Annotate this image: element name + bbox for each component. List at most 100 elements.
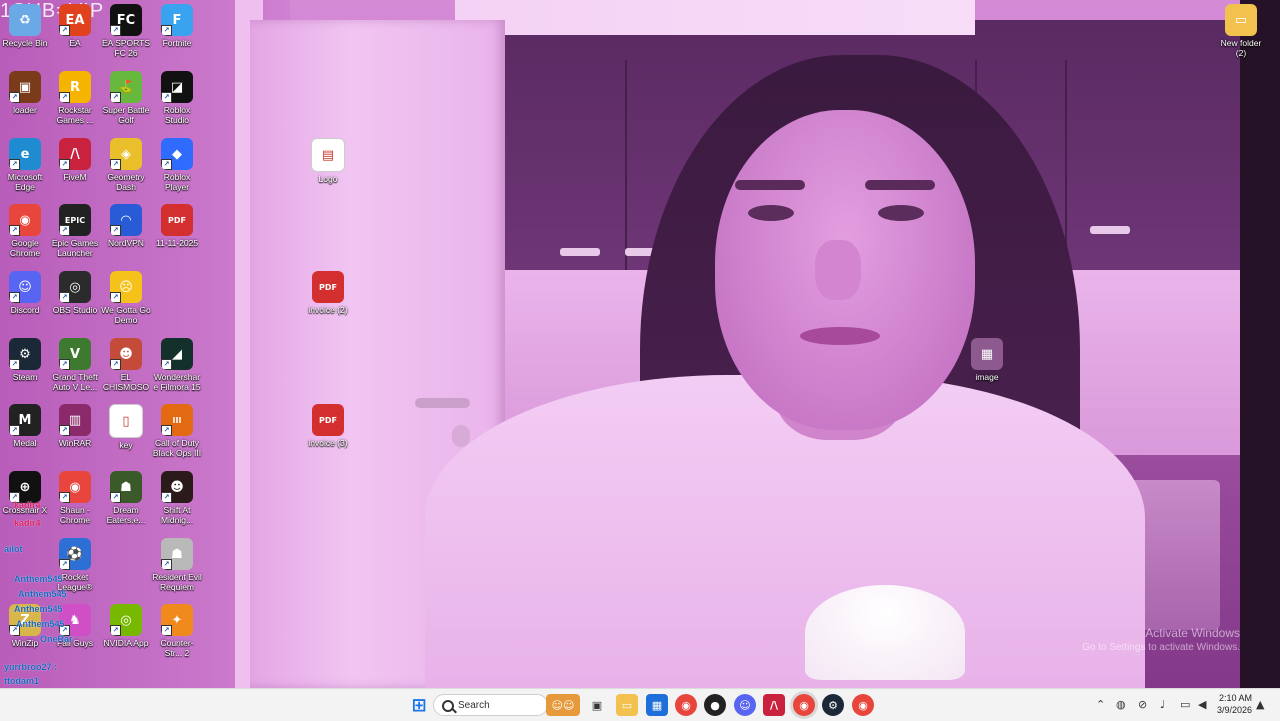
cabinet-handle — [1090, 226, 1130, 234]
shift-at-midnight-icon: ☻ ↗ — [161, 471, 193, 503]
task-view-icon[interactable]: ▣ — [586, 694, 608, 716]
desktop-icon-google-chrome[interactable]: ◉ ↗ Google Chrome — [0, 204, 50, 258]
shortcut-arrow-icon: ↗ — [59, 25, 70, 36]
desktop-icon-nordvpn[interactable]: ◠ ↗ NordVPN — [101, 204, 151, 248]
microsoft-store-icon[interactable]: ▦ — [646, 694, 668, 716]
chrome-active-icon[interactable]: ◉ — [793, 694, 815, 716]
desktop-icon-key[interactable]: ▯ key — [101, 404, 151, 450]
pdf-11-11-2025-icon: PDF — [161, 204, 193, 236]
crosshair-x-icon: ⊕ ↗ — [9, 471, 41, 503]
chat-line: Anthem545 — [16, 619, 65, 629]
clock-date: 3/9/2026 — [1216, 705, 1252, 715]
chat-line: yurrbroo27 : — [4, 662, 58, 672]
desktop-icon-new-folder-2[interactable]: ▭ New folder (2) — [1216, 4, 1266, 58]
app-icon[interactable]: ● — [704, 694, 726, 716]
obs-studio-icon: ◎ ↗ — [59, 271, 91, 303]
desktop-icon-steam[interactable]: ⚙ ↗ Steam — [0, 338, 50, 382]
desktop-icon-logo[interactable]: ▤ Logo — [303, 138, 353, 184]
key-icon: ▯ — [109, 404, 143, 438]
desktop-icon-label: New folder (2) — [1220, 38, 1262, 58]
desktop-icon-label: Grand Theft Auto V Le... — [52, 372, 98, 392]
desktop-icon-obs-studio[interactable]: ◎ ↗ OBS Studio — [50, 271, 100, 315]
desktop-icon-loader[interactable]: ▣ ↗ loader — [0, 71, 50, 115]
person-eye — [748, 205, 794, 221]
desktop-icon-epic-games-launcher[interactable]: EPIC ↗ Epic Games Launcher — [50, 204, 100, 258]
chrome-profile-icon[interactable]: ◉ — [852, 694, 874, 716]
desktop-icon-label: 11-11-2025 — [155, 238, 199, 248]
shortcut-arrow-icon: ↗ — [161, 559, 172, 570]
file-explorer-icon[interactable]: ▭ — [616, 694, 638, 716]
geometry-dash-icon: ◈ ↗ — [110, 138, 142, 170]
desktop-icon-ea[interactable]: EA ↗ EA — [50, 4, 100, 48]
network-icon[interactable]: ▭ — [1180, 698, 1190, 711]
desktop-icon-roblox-player[interactable]: ◆ ↗ Roblox Player — [152, 138, 202, 192]
notification-icon[interactable]: ▲ — [1256, 698, 1264, 711]
person-lips — [800, 327, 880, 345]
desktop-icon-recycle-bin[interactable]: ♻ Recycle Bin — [0, 4, 50, 48]
desktop-icon-geometry-dash[interactable]: ◈ ↗ Geometry Dash — [101, 138, 151, 192]
tray-app-icon[interactable]: ⊘ — [1138, 698, 1147, 711]
windows-start-icon[interactable]: ⊞ — [408, 694, 430, 716]
desktop-icon-image[interactable]: ▦ image — [962, 338, 1012, 382]
desktop-icon-label: key — [119, 440, 133, 450]
volume-icon[interactable]: ◀ — [1198, 698, 1206, 711]
epic-games-launcher-icon: EPIC ↗ — [59, 204, 91, 236]
desktop-icon-ea-sports-fc-26[interactable]: FC ↗ EA SPORTS FC 26 — [101, 4, 151, 58]
desktop-icon-shift-at-midnight[interactable]: ☻ ↗ Shift At Midnig... — [152, 471, 202, 525]
invoice-3-icon: PDF — [312, 404, 344, 436]
shaun-chrome-icon: ◉ ↗ — [59, 471, 91, 503]
desktop-icon-label: Microsoft Edge — [7, 172, 43, 192]
desktop-icon-invoice-3[interactable]: PDF invoice (3) — [303, 404, 353, 448]
shortcut-arrow-icon: ↗ — [161, 25, 172, 36]
desktop-icon-label: Epic Games Launcher — [51, 238, 99, 258]
desktop-icon-fivem[interactable]: /\ ↗ FiveM — [50, 138, 100, 182]
desktop-icon-medal[interactable]: M ↗ Medal — [0, 404, 50, 448]
desktop-icon-label: Recycle Bin — [2, 38, 48, 48]
steam-icon[interactable]: ⚙ — [822, 694, 844, 716]
fivem-icon: /\ ↗ — [59, 138, 91, 170]
desktop-icon-resident-evil-requiem[interactable]: ☗ ↗ Resident Evil Requiem — [152, 538, 202, 592]
door-handle — [415, 398, 470, 408]
desktop-icon-roblox-studio[interactable]: ◪ ↗ Roblox Studio — [152, 71, 202, 125]
desktop-icon-discord[interactable]: ☺ ↗ Discord — [0, 271, 50, 315]
widgets-icon[interactable]: ☺☺ — [546, 694, 580, 716]
system-clock[interactable]: 2:10 AM 3/9/2026 — [1212, 692, 1252, 716]
desktop-icon-super-battle-golf[interactable]: ⛳ ↗ Super Battle Golf — [101, 71, 151, 125]
desktop-icon-rockstar-games[interactable]: R ↗ Rockstar Games ... — [50, 71, 100, 125]
desktop-icon-microsoft-edge[interactable]: e ↗ Microsoft Edge — [0, 138, 50, 192]
desktop-icon-gta-v[interactable]: V ↗ Grand Theft Auto V Le... — [50, 338, 100, 392]
taskbar-search[interactable]: Search — [433, 694, 548, 716]
shortcut-arrow-icon: ↗ — [9, 225, 20, 236]
desktop-icon-winrar[interactable]: ▥ ↗ WinRAR — [50, 404, 100, 448]
desktop-icon-counter-strike-2[interactable]: ✦ ↗ Counter-Str... 2 — [152, 604, 202, 658]
shortcut-arrow-icon: ↗ — [110, 292, 121, 303]
desktop-icon-pdf-11-11-2025[interactable]: PDF 11-11-2025 — [152, 204, 202, 248]
fivem-icon[interactable]: /\ — [763, 694, 785, 716]
shortcut-arrow-icon: ↗ — [9, 425, 20, 436]
microphone-icon[interactable]: ♩ — [1160, 698, 1165, 711]
cabinet-seam — [625, 60, 627, 280]
roblox-studio-icon: ◪ ↗ — [161, 71, 193, 103]
dream-eaters-icon: ☗ ↗ — [110, 471, 142, 503]
invoice-2-icon: PDF — [312, 271, 344, 303]
shortcut-arrow-icon: ↗ — [110, 25, 121, 36]
desktop-icon-label: EA SPORTS FC 26 — [101, 38, 151, 58]
desktop-icon-we-gotta-go-demo[interactable]: ☹ ↗ We Gotta Go Demo — [101, 271, 151, 325]
desktop-icon-label: Wondershare Filmora 15 — [153, 372, 201, 392]
super-battle-golf-icon: ⛳ ↗ — [110, 71, 142, 103]
desktop-icon-label: Google Chrome — [9, 238, 41, 258]
tray-overflow-icon[interactable]: ⌃ — [1096, 698, 1105, 711]
desktop-icon-el-chismoso[interactable]: ☻ ↗ EL CHISMOSO — [101, 338, 151, 392]
desktop-icon-wondershare-filmora[interactable]: ◢ ↗ Wondershare Filmora 15 — [152, 338, 202, 392]
tray-app-icon[interactable]: ◍ — [1116, 698, 1126, 711]
medal-icon: M ↗ — [9, 404, 41, 436]
desktop-icon-call-of-duty[interactable]: III ↗ Call of Duty Black Ops III — [152, 404, 202, 458]
shortcut-arrow-icon: ↗ — [110, 92, 121, 103]
search-icon — [442, 700, 454, 712]
desktop-icon-invoice-2[interactable]: PDF invoice (2) — [303, 271, 353, 315]
desktop-icon-label: Medal — [13, 438, 37, 448]
discord-icon[interactable]: ☺ — [734, 694, 756, 716]
desktop-icon-label: Super Battle Golf — [102, 105, 150, 125]
chrome-icon[interactable]: ◉ — [675, 694, 697, 716]
desktop-icon-fortnite[interactable]: F ↗ Fortnite — [152, 4, 202, 48]
